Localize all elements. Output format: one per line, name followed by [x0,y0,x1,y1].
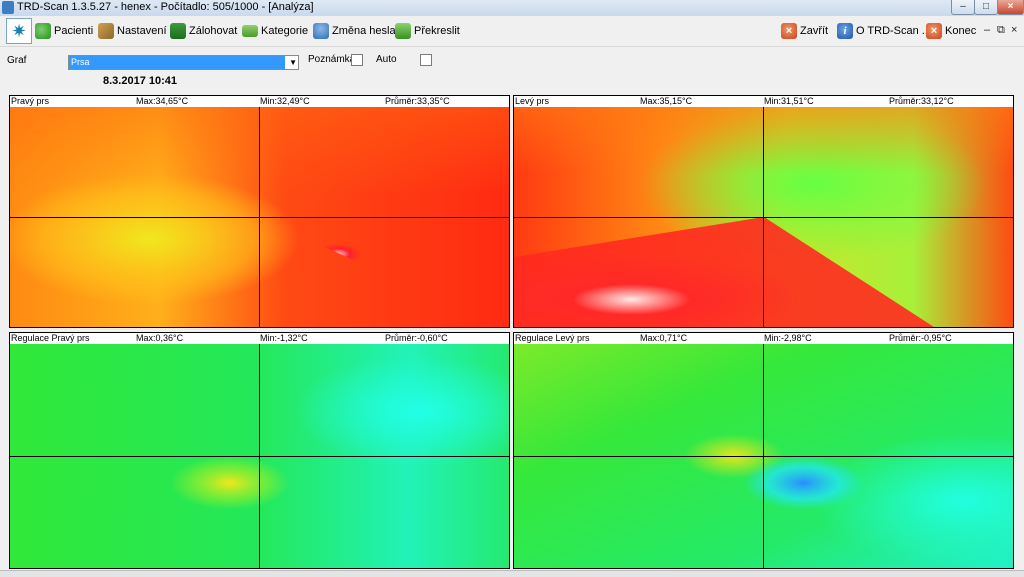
vertical-axis-line [763,107,764,327]
graph-label: Graf [7,55,27,66]
note-label: Poznámka [308,54,356,65]
panel-min: Min:31,51°C [764,96,814,106]
panel-regulation-right-breast: Regulace Pravý prs Max:0,36°C Min:-1,32°… [9,332,510,569]
panel-title: Regulace Levý prs [515,333,590,343]
change-password-label: Změna hesla [332,25,396,37]
panel-avg: Průměr:-0,60°C [385,333,448,343]
vertical-axis-line [259,107,260,327]
info-icon: i [837,23,853,39]
close-document-label: Zavřít [800,25,829,37]
thermal-map-left[interactable] [514,107,1013,327]
about-label: O TRD-Scan ... [856,25,931,37]
folder-icon [242,25,258,37]
mdi-restore-icon[interactable]: ⧉ [997,24,1005,37]
note-checkbox[interactable] [351,54,363,66]
window-title: TRD-Scan 1.3.5.27 - henex - Počítadlo: 5… [17,1,314,13]
about-button[interactable]: i O TRD-Scan ... [837,20,931,42]
chevron-down-icon[interactable]: ▼ [289,56,297,69]
patients-label: Pacienti [54,25,94,37]
settings-button[interactable]: Nastavení [98,20,167,42]
close-icon: × [926,23,942,39]
tools-icon [98,23,114,39]
panel-min: Min:-1,32°C [260,333,308,343]
redraw-button[interactable]: Překreslit [395,20,460,42]
panel-min: Min:32,49°C [260,96,310,106]
change-password-button[interactable]: Změna hesla [313,20,396,42]
exit-button[interactable]: × Konec [926,20,976,42]
panel-max: Max:0,36°C [136,333,184,343]
panel-left-breast: Levý prs Max:35,15°C Min:31,51°C Průměr:… [513,95,1014,328]
panel-regulation-left-breast: Regulace Levý prs Max:0,71°C Min:-2,98°C… [513,332,1014,569]
graph-select[interactable]: Prsa ▼ [68,55,299,70]
vertical-axis-line [259,344,260,568]
panel-avg: Průměr:33,12°C [889,96,954,106]
regulation-map-left[interactable] [514,344,1013,568]
panel-avg: Průměr:33,35°C [385,96,450,106]
backup-label: Zálohovat [189,25,238,37]
refresh-icon [395,23,411,39]
close-icon: × [781,23,797,39]
vertical-axis-line [763,344,764,568]
backup-icon [170,23,186,39]
categories-label: Kategorie [261,25,309,37]
panel-title: Pravý prs [11,96,50,106]
panel-title: Levý prs [515,96,550,106]
patients-button[interactable]: Pacienti [35,20,93,42]
mdi-close-icon[interactable]: × [1011,24,1017,36]
categories-button[interactable]: Kategorie [242,20,308,42]
panel-avg: Průměr:-0,95°C [889,333,952,343]
exit-label: Konec [945,25,977,37]
user-key-icon [313,23,329,39]
backup-button[interactable]: Zálohovat [170,20,237,42]
panel-max: Max:34,65°C [136,96,189,106]
window-close-button[interactable]: × [997,0,1024,15]
auto-label: Auto [376,54,397,65]
person-logo-icon[interactable]: ✷ [6,18,32,44]
toolbar: ✷ Pacienti Nastavení Zálohovat Kategorie… [0,16,1024,47]
settings-label: Nastavení [117,25,167,37]
panel-max: Max:35,15°C [640,96,693,106]
graph-controls: Graf Prsa ▼ Poznámka Auto [0,47,1024,73]
close-document-button[interactable]: × Zavřít [781,20,828,42]
panel-title: Regulace Pravý prs [11,333,90,343]
redraw-label: Překreslit [414,25,460,37]
auto-checkbox[interactable] [420,54,432,66]
measurement-datetime: 8.3.2017 10:41 [103,75,178,87]
panel-max: Max:0,71°C [640,333,688,343]
mdi-minimize-icon[interactable]: – [984,24,990,36]
minimize-button[interactable]: – [951,0,975,15]
panel-min: Min:-2,98°C [764,333,812,343]
app-icon [2,1,14,14]
maximize-button[interactable]: □ [974,0,998,15]
title-bar: TRD-Scan 1.3.5.27 - henex - Počítadlo: 5… [0,0,1024,16]
regulation-map-right[interactable] [10,344,509,568]
graph-selected-value: Prsa [69,56,285,69]
panel-right-breast: Pravý prs Max:34,65°C Min:32,49°C Průměr… [9,95,510,328]
thermal-map-right[interactable] [10,107,509,327]
patients-icon [35,23,51,39]
